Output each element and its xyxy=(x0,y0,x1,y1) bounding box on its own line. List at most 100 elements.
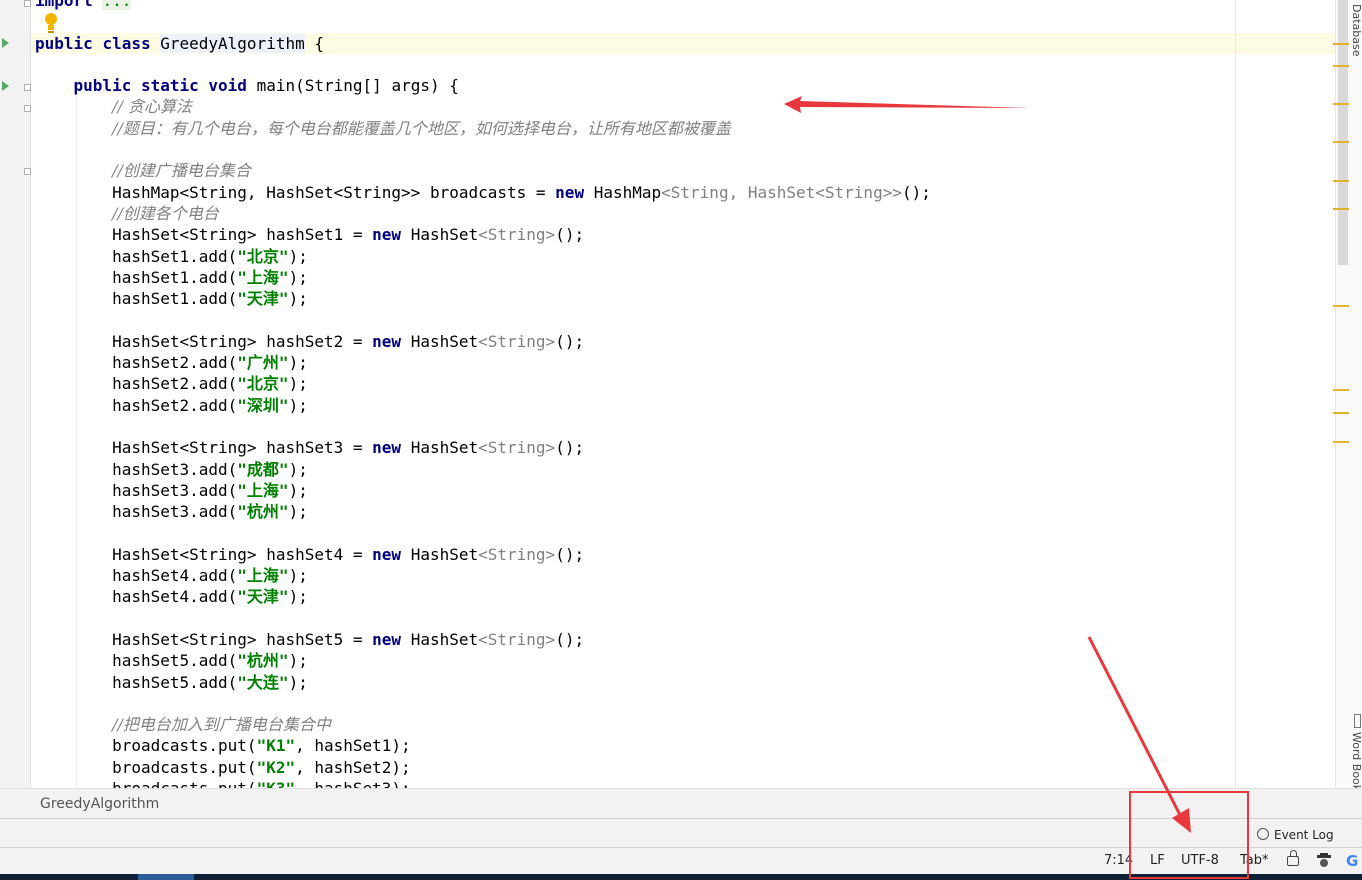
code-token: ); xyxy=(288,502,308,522)
code-line[interactable]: HashSet<String> hashSet4 = new HashSet<S… xyxy=(35,544,931,565)
breadcrumb-class[interactable]: GreedyAlgorithm xyxy=(40,796,159,812)
word-book-icon[interactable] xyxy=(1354,714,1361,728)
code-token: ); xyxy=(288,480,308,500)
code-line[interactable]: HashSet<String> hashSet3 = new HashSet<S… xyxy=(35,437,931,458)
code-token: HashSet xyxy=(410,629,479,649)
code-token: (); xyxy=(555,438,585,458)
taskbar-active-item[interactable] xyxy=(138,874,194,880)
vertical-scrollbar-thumb[interactable] xyxy=(1338,0,1348,265)
indent-widget[interactable]: Tab* xyxy=(1240,853,1269,868)
code-line[interactable]: //创建各个电台 xyxy=(35,203,931,224)
warning-stripe-mark[interactable] xyxy=(1333,441,1349,443)
code-editor[interactable]: import ... public class GreedyAlgorithm {… xyxy=(31,0,1335,788)
warning-stripe-mark[interactable] xyxy=(1333,141,1349,143)
fold-comment-icon[interactable] xyxy=(24,105,31,112)
code-line[interactable] xyxy=(35,139,931,160)
code-line[interactable]: hashSet3.add("杭州"); xyxy=(35,501,931,522)
code-token: "上海" xyxy=(237,267,289,287)
code-line[interactable]: broadcasts.put("K1", hashSet1); xyxy=(35,735,931,756)
code-line[interactable]: // 贪心算法 xyxy=(35,96,931,117)
code-line[interactable]: hashSet3.add("上海"); xyxy=(35,480,931,501)
tool-window-bar: Event Log xyxy=(0,818,1362,847)
line-separator-widget[interactable]: LF xyxy=(1150,853,1165,868)
lock-icon[interactable] xyxy=(1287,850,1299,866)
code-token: new xyxy=(372,225,411,245)
run-class-icon[interactable] xyxy=(2,38,9,48)
code-line[interactable]: hashSet2.add("北京"); xyxy=(35,373,931,394)
code-line[interactable] xyxy=(35,522,931,543)
code-line[interactable]: hashSet5.add("杭州"); xyxy=(35,650,931,671)
code-line[interactable]: hashSet1.add("天津"); xyxy=(35,288,931,309)
code-line[interactable] xyxy=(35,416,931,437)
status-bar: 7:14 LF UTF-8 Tab* G xyxy=(0,847,1362,874)
code-token: import xyxy=(35,0,103,10)
code-token: void xyxy=(208,76,257,96)
code-line[interactable]: //题目：有几个电台，每个电台都能覆盖几个地区，如何选择电台，让所有地区都被覆盖 xyxy=(35,118,931,139)
code-line[interactable] xyxy=(35,54,931,75)
code-token: "成都" xyxy=(237,459,289,479)
fold-comment-block-icon[interactable] xyxy=(24,168,31,175)
code-token: ); xyxy=(288,353,308,373)
warning-stripe-mark[interactable] xyxy=(1333,389,1349,391)
code-token: ); xyxy=(288,651,308,671)
code-token: hashSet3.add( xyxy=(112,459,238,479)
code-token: //创建各个电台 xyxy=(112,203,219,223)
code-line[interactable]: import ... xyxy=(35,0,931,11)
fold-imports-icon[interactable] xyxy=(24,0,31,7)
code-token: //创建广播电台集合 xyxy=(112,161,251,181)
code-line[interactable]: HashSet<String> hashSet2 = new HashSet<S… xyxy=(35,331,931,352)
event-log-button[interactable]: Event Log xyxy=(1257,828,1334,842)
warning-stripe-mark[interactable] xyxy=(1333,412,1349,414)
right-margin-guide xyxy=(1235,0,1236,788)
code-line[interactable]: HashSet<String> hashSet1 = new HashSet<S… xyxy=(35,224,931,245)
code-token: HashSet xyxy=(410,438,479,458)
code-token: "杭州" xyxy=(237,502,289,522)
code-line[interactable]: HashMap<String, HashSet<String>> broadca… xyxy=(35,182,931,203)
code-token: (); xyxy=(555,225,585,245)
fold-main-icon[interactable] xyxy=(24,84,31,91)
code-line[interactable]: public class GreedyAlgorithm { xyxy=(35,33,931,54)
cursor-position[interactable]: 7:14 xyxy=(1104,853,1133,868)
code-line[interactable]: public static void main(String[] args) { xyxy=(35,75,931,96)
code-line[interactable]: broadcasts.put("K3", hashSet3); xyxy=(35,778,931,788)
code-line[interactable]: hashSet4.add("天津"); xyxy=(35,586,931,607)
code-line[interactable]: hashSet2.add("广州"); xyxy=(35,352,931,373)
code-token: <String> xyxy=(478,225,556,245)
warning-stripe-mark[interactable] xyxy=(1333,43,1349,45)
taskbar xyxy=(0,874,1362,880)
code-line[interactable]: hashSet4.add("上海"); xyxy=(35,565,931,586)
side-tool-word-book[interactable]: Word Book xyxy=(1350,732,1362,791)
code-line[interactable]: //创建广播电台集合 xyxy=(35,160,931,181)
code-line[interactable]: broadcasts.put("K2", hashSet2); xyxy=(35,757,931,778)
code-token: <String> xyxy=(478,438,556,458)
code-line[interactable]: //把电台加入到广播电台集合中 xyxy=(35,714,931,735)
google-icon[interactable]: G xyxy=(1346,852,1358,870)
warning-stripe-mark[interactable] xyxy=(1333,180,1349,182)
side-tool-database[interactable]: Database xyxy=(1350,4,1362,57)
code-line[interactable]: hashSet1.add("北京"); xyxy=(35,246,931,267)
code-line[interactable]: hashSet2.add("深圳"); xyxy=(35,395,931,416)
code-token: "K1" xyxy=(256,736,296,756)
code-line[interactable] xyxy=(35,608,931,629)
code-line[interactable] xyxy=(35,309,931,330)
code-line[interactable]: hashSet5.add("大连"); xyxy=(35,672,931,693)
code-line[interactable]: hashSet3.add("成都"); xyxy=(35,459,931,480)
run-main-icon[interactable] xyxy=(2,81,9,91)
code-text[interactable]: import ... public class GreedyAlgorithm {… xyxy=(35,0,931,788)
code-token: (); xyxy=(901,182,931,202)
code-line[interactable] xyxy=(35,693,931,714)
code-token: "K2" xyxy=(256,757,296,777)
code-token: ); xyxy=(288,566,308,586)
warning-stripe-mark[interactable] xyxy=(1333,65,1349,67)
code-token: main(String[] args) { xyxy=(256,76,459,96)
hector-icon[interactable] xyxy=(1317,853,1331,869)
encoding-widget[interactable]: UTF-8 xyxy=(1181,853,1219,868)
warning-stripe-mark[interactable] xyxy=(1333,208,1349,210)
warning-stripe-mark[interactable] xyxy=(1333,103,1349,105)
code-token: "大连" xyxy=(237,672,289,692)
code-line[interactable]: hashSet1.add("上海"); xyxy=(35,267,931,288)
code-line[interactable]: HashSet<String> hashSet5 = new HashSet<S… xyxy=(35,629,931,650)
code-token: new xyxy=(372,544,411,564)
code-line[interactable] xyxy=(35,11,931,32)
warning-stripe-mark[interactable] xyxy=(1333,305,1349,307)
